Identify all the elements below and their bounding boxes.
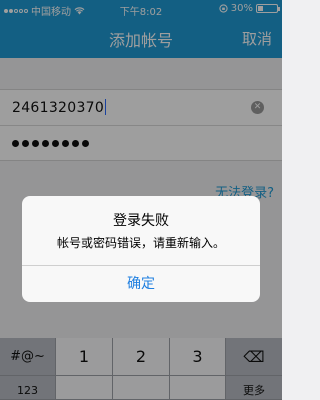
alert-title: 登录失败	[113, 213, 169, 229]
confirm-button[interactable]: 确定	[22, 266, 260, 302]
alert-message: 帐号或密码错误，请重新输入。	[56, 236, 225, 250]
alert-dialog: 登录失败 帐号或密码错误，请重新输入。 确定	[22, 196, 260, 302]
